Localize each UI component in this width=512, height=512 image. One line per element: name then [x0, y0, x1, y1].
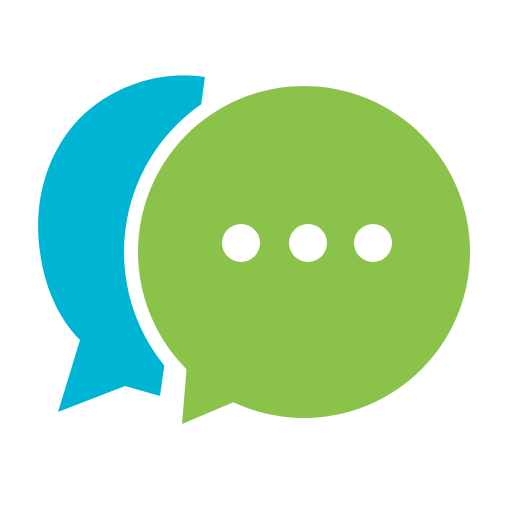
typing-dot	[354, 224, 392, 262]
typing-dot	[222, 224, 260, 262]
icon-canvas	[0, 0, 512, 512]
ellipsis-icon	[222, 224, 392, 262]
typing-dot	[289, 224, 327, 262]
chat-bubbles-icon	[38, 72, 484, 438]
